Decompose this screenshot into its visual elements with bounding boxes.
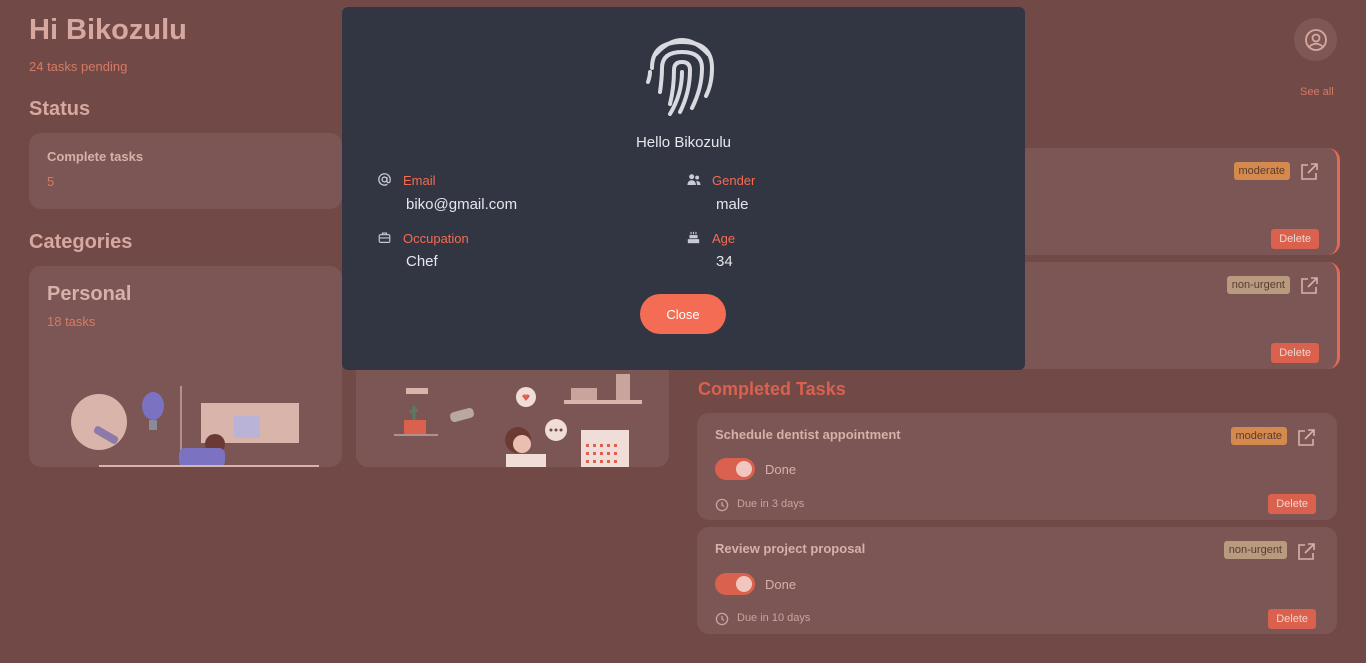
done-label: Done bbox=[765, 462, 797, 477]
personal-illustration bbox=[71, 386, 319, 467]
pending-count: 24 tasks pending bbox=[29, 59, 128, 74]
complete-tasks-card: Complete tasks 5 bbox=[29, 133, 342, 209]
done-toggle[interactable] bbox=[715, 573, 755, 595]
occupation-value: Chef bbox=[406, 253, 438, 270]
delete-button[interactable]: Delete bbox=[1271, 343, 1319, 363]
delete-button[interactable]: Delete bbox=[1268, 494, 1316, 514]
clock-icon bbox=[715, 612, 729, 626]
external-link-icon[interactable] bbox=[1299, 162, 1319, 182]
category-card-personal[interactable]: Personal 18 tasks bbox=[29, 266, 342, 467]
task-title: Review project proposal bbox=[715, 541, 866, 556]
done-toggle[interactable] bbox=[715, 458, 755, 480]
profile-avatar-button[interactable] bbox=[1294, 18, 1337, 61]
completed-task-card: Review project proposal non-urgent Done … bbox=[697, 527, 1337, 634]
priority-badge: non-urgent bbox=[1226, 276, 1290, 294]
external-link-icon[interactable] bbox=[1296, 542, 1316, 562]
email-value: biko@gmail.com bbox=[406, 196, 518, 213]
category-name: Personal bbox=[47, 283, 132, 305]
email-label: Email bbox=[403, 173, 436, 188]
briefcase-icon bbox=[378, 232, 391, 243]
due-date: Due in 3 days bbox=[737, 498, 805, 510]
fingerprint-icon bbox=[646, 38, 715, 116]
category-count: 18 tasks bbox=[47, 314, 96, 329]
age-value: 34 bbox=[716, 253, 733, 270]
see-all-link[interactable]: See all bbox=[1300, 86, 1334, 98]
done-label: Done bbox=[765, 577, 797, 592]
age-label: Age bbox=[712, 231, 736, 246]
modal-greeting: Hello Bikozulu bbox=[635, 134, 732, 151]
priority-badge: non-urgent bbox=[1223, 541, 1287, 559]
gender-value: male bbox=[716, 196, 749, 213]
due-date: Due in 10 days bbox=[737, 612, 811, 624]
task-title: Schedule dentist appointment bbox=[715, 427, 901, 442]
profile-modal: Hello Bikozulu Email biko@gmail.com Gend… bbox=[342, 7, 1025, 370]
complete-tasks-value: 5 bbox=[47, 174, 55, 189]
completed-task-card: Schedule dentist appointment moderate Do… bbox=[697, 413, 1337, 520]
completed-tasks-heading: Completed Tasks bbox=[698, 379, 846, 399]
users-icon bbox=[687, 174, 701, 185]
status-heading: Status bbox=[29, 98, 91, 120]
birthday-cake-icon bbox=[687, 231, 700, 244]
at-sign-icon bbox=[378, 173, 391, 186]
gender-label: Gender bbox=[712, 173, 756, 188]
close-button[interactable]: Close bbox=[640, 294, 726, 334]
external-link-icon[interactable] bbox=[1296, 428, 1316, 448]
external-link-icon[interactable] bbox=[1299, 276, 1319, 296]
delete-button[interactable]: Delete bbox=[1271, 229, 1319, 249]
page-greeting: Hi Bikozulu bbox=[29, 14, 187, 46]
complete-tasks-label: Complete tasks bbox=[47, 149, 144, 164]
delete-button[interactable]: Delete bbox=[1268, 609, 1316, 629]
clock-icon bbox=[715, 498, 729, 512]
priority-badge: moderate bbox=[1230, 427, 1287, 445]
categories-heading: Categories bbox=[29, 231, 133, 253]
user-circle-icon bbox=[1304, 28, 1327, 51]
priority-badge: moderate bbox=[1233, 162, 1290, 180]
occupation-label: Occupation bbox=[403, 231, 469, 246]
